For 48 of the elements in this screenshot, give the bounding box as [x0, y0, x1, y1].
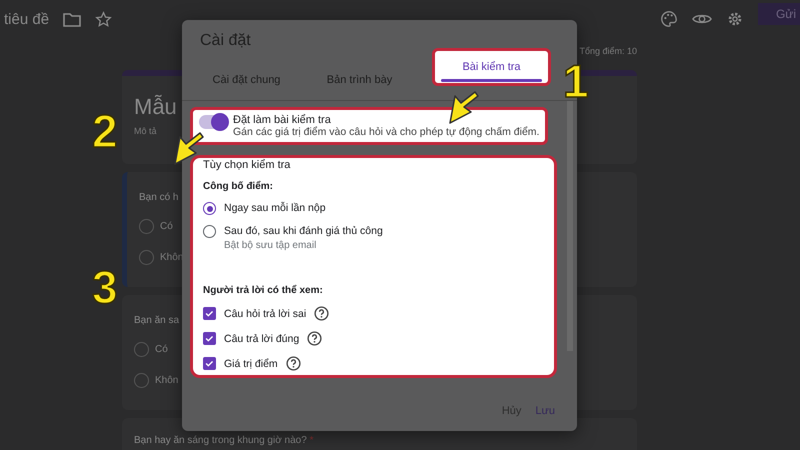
folder-icon[interactable] — [63, 12, 82, 26]
section-heading: Công bố điểm: — [203, 181, 274, 192]
palette-icon[interactable] — [660, 10, 678, 28]
section-heading: Người trả lời có thể xem: — [203, 285, 324, 296]
option-label: Có — [155, 344, 168, 355]
help-icon[interactable] — [307, 331, 322, 346]
tab[interactable]: Cài đặt chung — [190, 60, 303, 100]
eye-icon[interactable] — [692, 12, 712, 26]
send-button[interactable]: Gửi — [758, 3, 800, 25]
step-number: 1 — [563, 62, 589, 102]
checkbox-label: Câu trả lời đúng — [224, 332, 300, 344]
option-label: Sau đó, sau khi đánh giá thủ công — [224, 225, 383, 237]
form-title[interactable]: tiêu đề — [4, 10, 50, 28]
help-icon[interactable] — [286, 356, 301, 371]
step-number: 3 — [92, 268, 118, 308]
step-number: 2 — [92, 112, 118, 152]
option-label: Ngay sau mỗi lần nộp — [224, 202, 326, 214]
toggle-label: Đặt làm bài kiểm tra — [233, 114, 332, 126]
quiz-toggle[interactable] — [199, 115, 227, 129]
option-label: Có — [160, 221, 173, 232]
option-label: Khôn — [155, 375, 178, 386]
dialog-title: Cài đặt — [199, 31, 252, 50]
checkbox-label: Câu hỏi trả lời sai — [224, 308, 306, 320]
question-title: Bạn hay ăn sáng trong khung giờ nào? * — [134, 435, 314, 446]
radio-button[interactable] — [203, 202, 216, 215]
checkbox[interactable] — [203, 332, 216, 345]
help-icon[interactable] — [314, 306, 330, 321]
checkbox[interactable] — [203, 357, 216, 370]
radio-button[interactable] — [139, 219, 154, 234]
pointer-arrow-icon — [447, 90, 481, 126]
toggle-description: Gán các giá trị điểm vào câu hỏi và cho phép tự động chấm điểm. — [233, 126, 540, 138]
star-icon[interactable] — [95, 10, 112, 28]
question-title: Bạn ăn sa — [134, 315, 180, 326]
checkbox-label: Giá trị điểm — [224, 358, 278, 370]
form-heading: Mẫu — [134, 94, 177, 120]
radio-button[interactable] — [134, 373, 149, 388]
section-title: Tùy chọn kiểm tra — [203, 159, 292, 171]
settings-icon[interactable] — [726, 10, 744, 28]
tab[interactable]: Bản trình bày — [303, 60, 416, 100]
radio-button[interactable] — [139, 250, 154, 265]
total-points: Tổng điểm: 10 — [579, 46, 637, 56]
tab[interactable]: Bài kiểm tra — [432, 48, 551, 86]
form-description: Mô tả — [134, 126, 157, 136]
radio-button[interactable] — [203, 225, 216, 238]
radio-button[interactable] — [134, 342, 149, 357]
question-title: Bạn có h — [139, 192, 180, 203]
option-hint: Bật bộ sưu tập email — [224, 240, 318, 251]
checkbox[interactable] — [203, 307, 216, 320]
